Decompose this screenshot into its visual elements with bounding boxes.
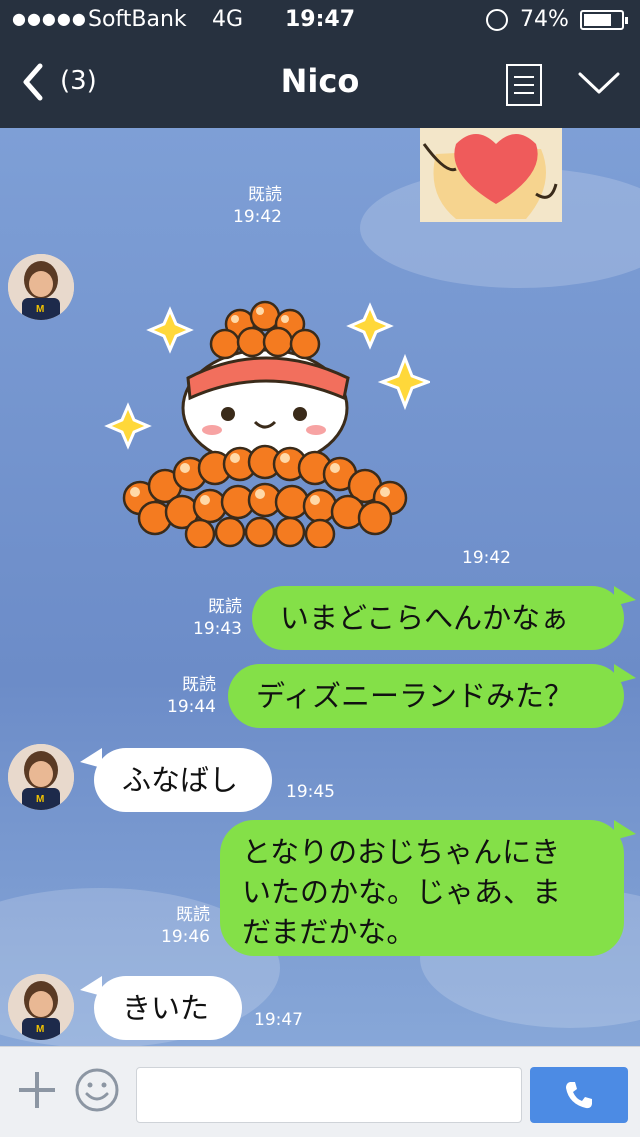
avatar[interactable]: M <box>8 744 74 810</box>
plus-icon[interactable] <box>16 1069 58 1111</box>
chat-area[interactable]: 既読 19:42 M 19:42 既読 19:43 いまどこらへんかなぁ 既読 … <box>0 128 640 1046</box>
outgoing-message-multiline[interactable]: となりのおじちゃんにき いたのかな。じゃあ、ま だまだかな。 <box>220 820 624 956</box>
read-receipt: 既読 <box>208 597 242 617</box>
battery-icon <box>580 10 628 30</box>
message-time: 19:47 <box>254 1010 303 1030</box>
battery-percent: 74% <box>520 7 569 32</box>
rotation-lock-icon <box>486 9 508 31</box>
sticker-ikura-sushi <box>104 300 430 548</box>
read-receipt: 既読 <box>176 905 210 925</box>
incoming-message[interactable]: ふなばし <box>94 748 272 812</box>
avatar[interactable]: M <box>8 974 74 1040</box>
message-meta: 既読 19:46 <box>156 904 210 948</box>
message-meta: 既読 19:44 <box>162 674 216 718</box>
call-button[interactable] <box>530 1067 628 1123</box>
outgoing-message[interactable]: いまどこらへんかなぁ <box>252 586 624 650</box>
svg-text:M: M <box>36 794 44 805</box>
svg-text:M: M <box>36 1024 44 1035</box>
message-meta: 既読 19:43 <box>188 596 242 640</box>
chevron-down-icon[interactable] <box>576 68 622 98</box>
chat-title: Nico <box>280 62 360 100</box>
message-time: 19:42 <box>462 548 511 568</box>
sticker-heart <box>420 128 562 222</box>
input-bar <box>0 1046 640 1137</box>
status-bar: ●●●●● SoftBank 4G 19:47 74% <box>0 0 640 40</box>
message-time: 19:43 <box>193 619 242 639</box>
phone-icon <box>566 1082 592 1109</box>
message-meta: 既読 19:42 <box>228 184 282 228</box>
incoming-message[interactable]: きいた <box>94 976 242 1040</box>
message-line: いたのかな。じゃあ、ま <box>242 875 562 909</box>
message-input[interactable] <box>136 1067 522 1123</box>
notes-icon[interactable] <box>506 64 542 106</box>
emoji-icon[interactable] <box>74 1067 120 1113</box>
message-line: だまだかな。 <box>242 915 416 949</box>
avatar[interactable]: M <box>8 254 74 320</box>
outgoing-message[interactable]: ディズニーランドみた？ <box>228 664 624 728</box>
message-line: となりのおじちゃんにき <box>242 835 561 869</box>
message-time: 19:45 <box>286 782 335 802</box>
message-time: 19:44 <box>167 697 216 717</box>
read-receipt: 既読 <box>182 675 216 695</box>
message-time: 19:46 <box>161 927 210 947</box>
message-time: 19:42 <box>233 207 282 227</box>
chat-header: (3) Nico <box>0 40 640 128</box>
battery-level <box>584 14 611 26</box>
svg-text:M: M <box>36 304 44 315</box>
read-receipt: 既読 <box>248 185 282 205</box>
